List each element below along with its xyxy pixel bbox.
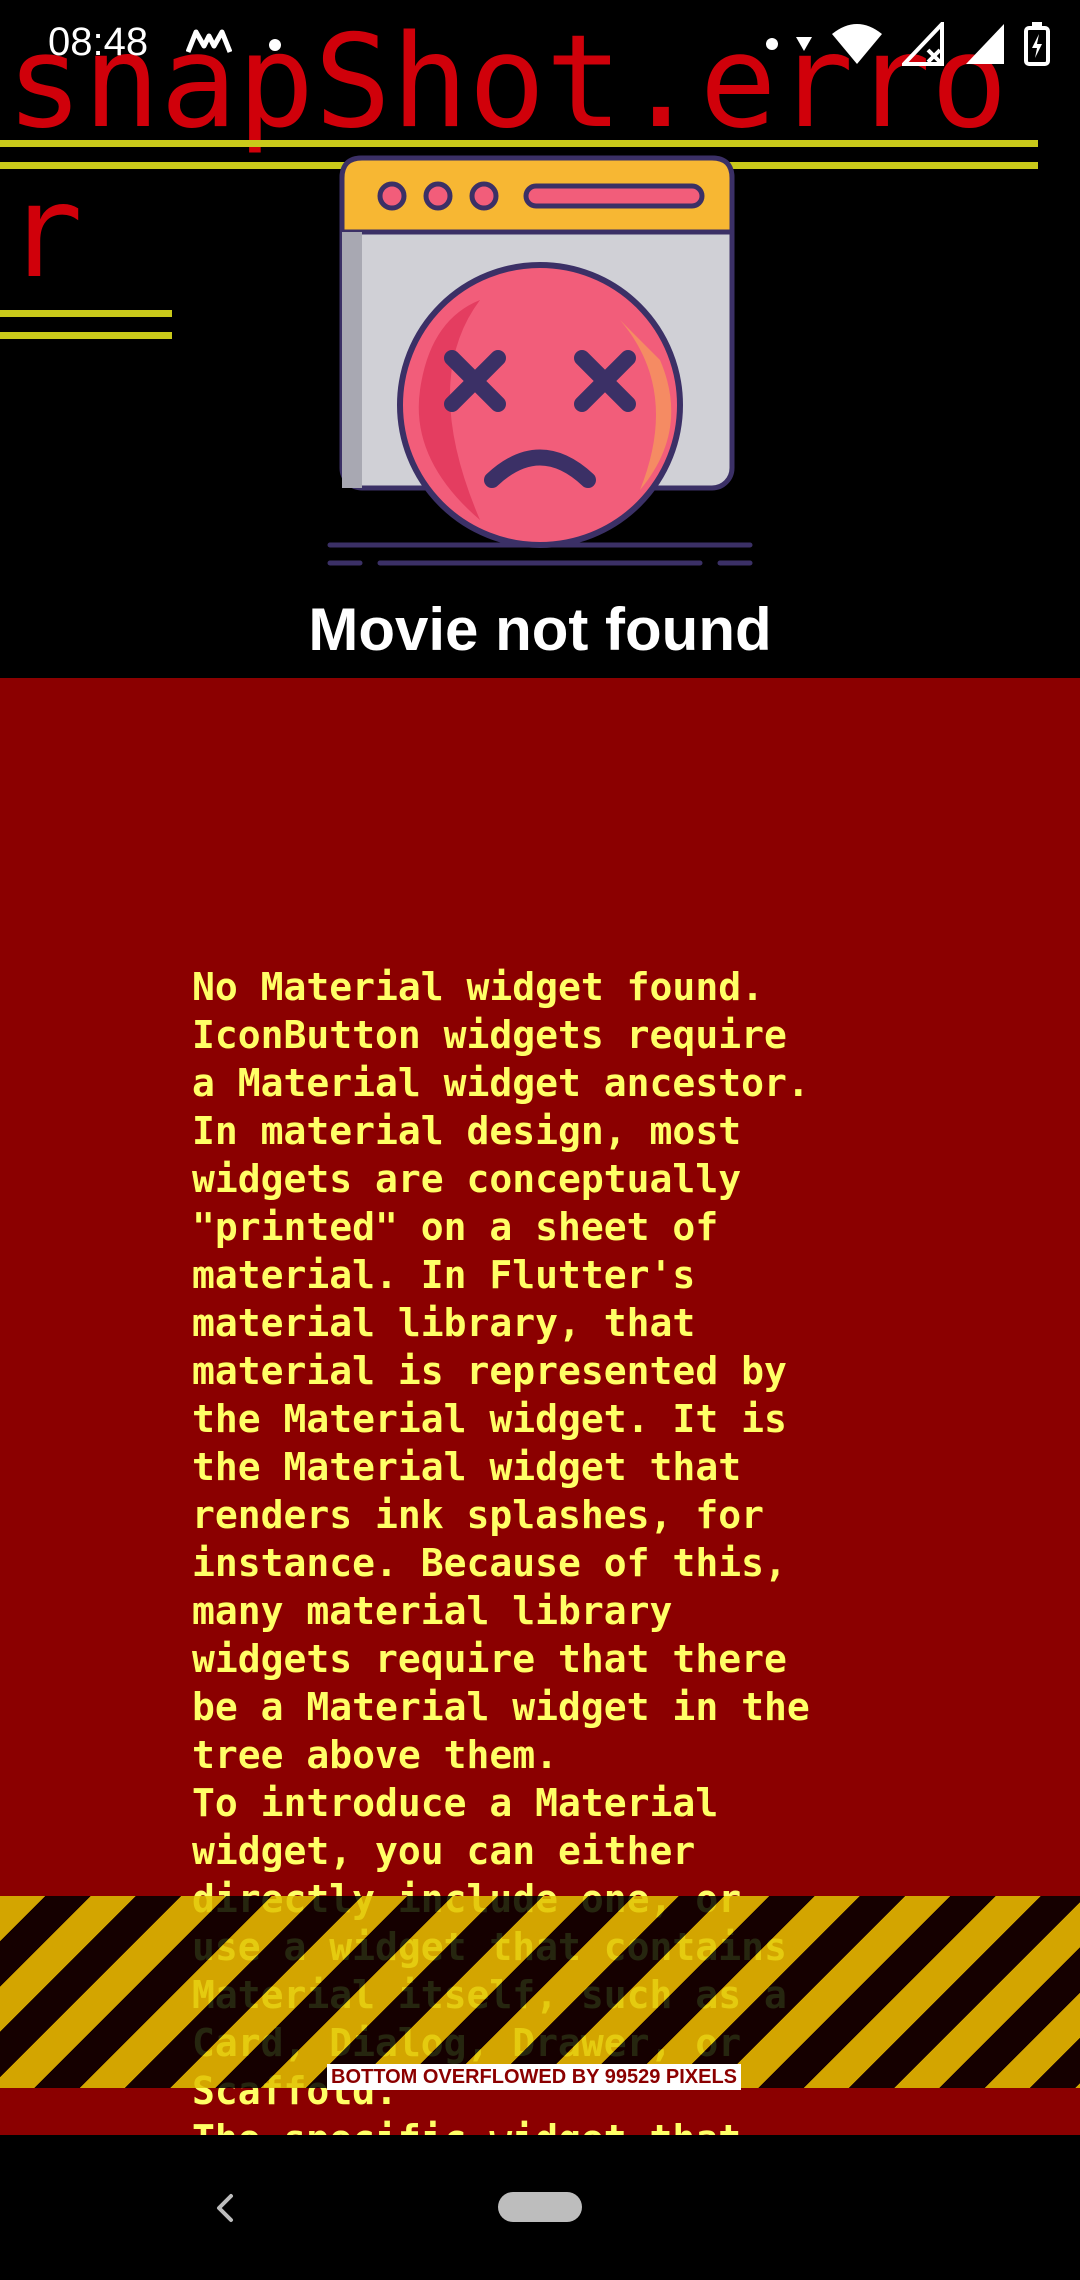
page-title: Movie not found [308, 596, 772, 663]
home-pill-icon[interactable] [498, 2192, 582, 2222]
error-panel: No Material widget found. IconButton wid… [0, 678, 1080, 2135]
overflow-label: BOTTOM OVERFLOWED BY 99529 PIXELS [327, 2064, 742, 2090]
sad-face-browser-icon [327, 155, 753, 566]
signal-icon [966, 24, 1004, 64]
dot-icon [269, 39, 281, 51]
network-label: 4 [864, 49, 873, 66]
navigation-bar [0, 2136, 1080, 2280]
title-underline-1 [0, 140, 1038, 147]
title-underline-3 [0, 310, 172, 317]
title-underline-4 [0, 332, 172, 339]
signal-nox-icon [902, 22, 944, 66]
status-bar: 08:48 4 [0, 0, 1080, 90]
motorola-icon [186, 29, 232, 53]
overflow-warning-stripes [0, 1896, 1080, 2088]
wifi-icon: 4 [832, 24, 882, 66]
status-time: 08:48 [48, 20, 149, 64]
back-icon[interactable] [205, 2184, 245, 2232]
battery-charging-icon [1024, 22, 1050, 66]
dot-icon [766, 38, 778, 50]
vpn-arrow-icon [796, 37, 812, 51]
